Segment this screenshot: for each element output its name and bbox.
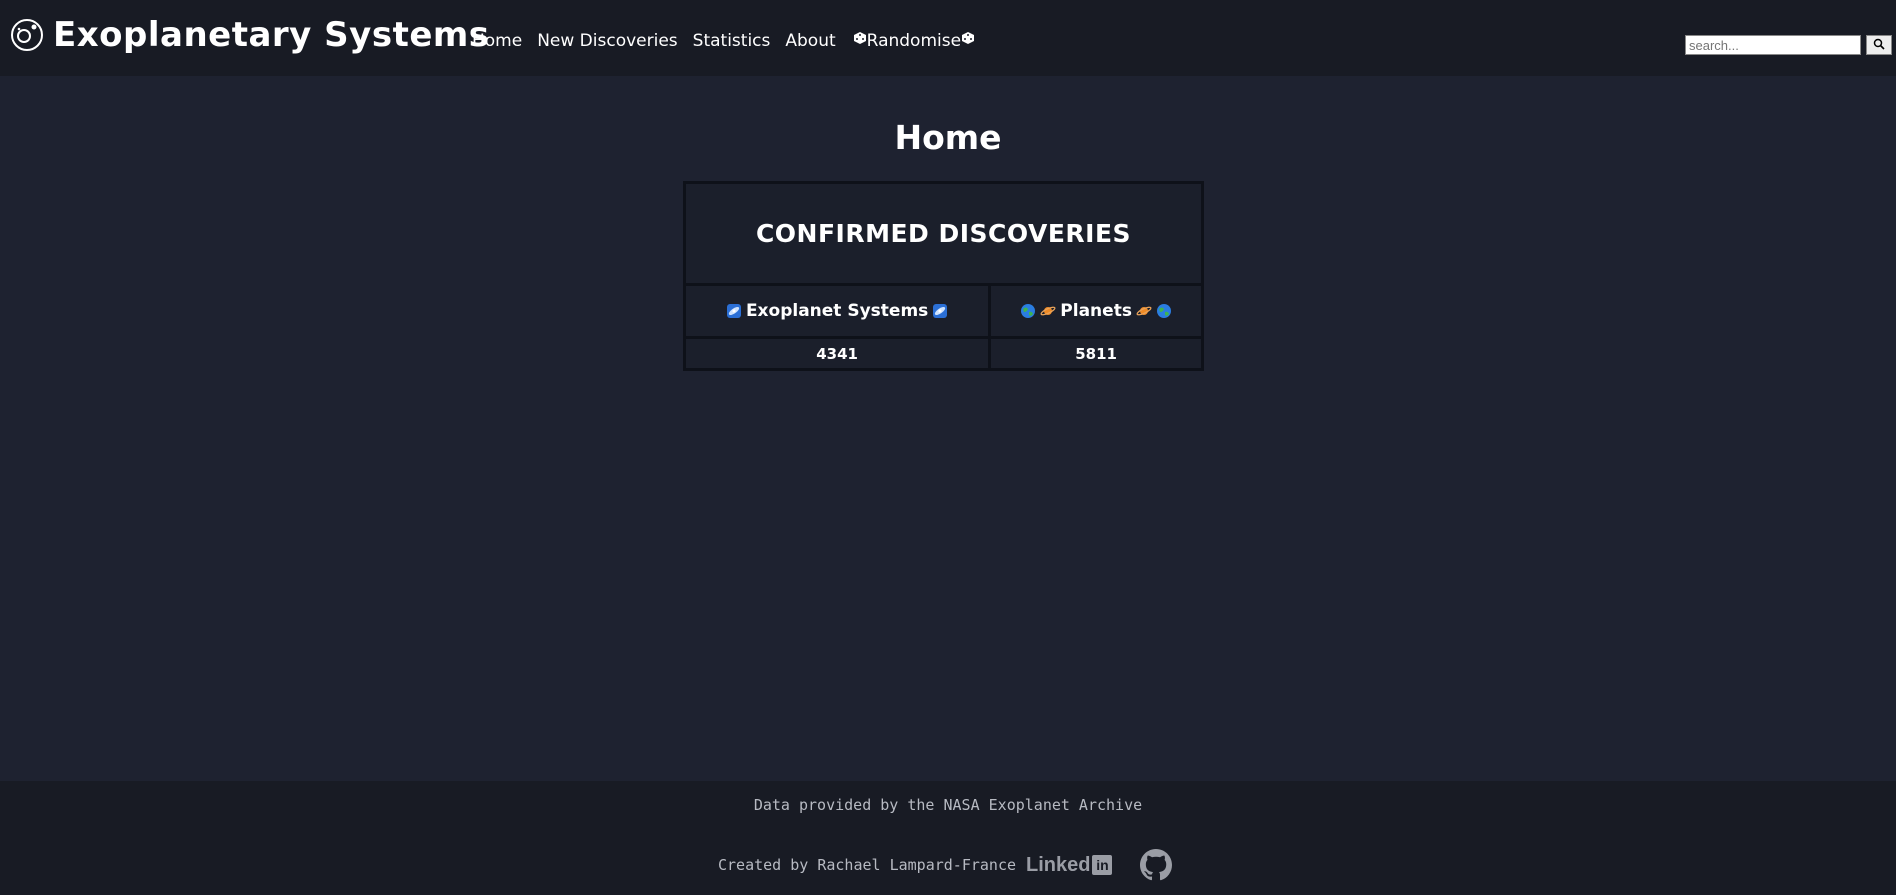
- planets-count: 5811: [988, 336, 1204, 371]
- dice-icon: [961, 30, 975, 52]
- search-form: [1685, 35, 1892, 55]
- column-label: Exoplanet Systems: [745, 301, 929, 321]
- nav-statistics[interactable]: Statistics: [693, 30, 771, 52]
- github-icon[interactable]: [1140, 849, 1173, 881]
- dice-icon: [853, 30, 867, 52]
- linkedin-icon: in: [1092, 855, 1113, 875]
- table-title: CONFIRMED DISCOVERIES: [683, 181, 1204, 286]
- linkedin-logo-text: Linked: [1026, 853, 1091, 876]
- earth-icon: [1156, 303, 1172, 319]
- nav-new-discoveries[interactable]: New Discoveries: [537, 30, 677, 52]
- nav-randomise-label: Randomise: [866, 31, 962, 51]
- brand-title: Exoplanetary Systems: [53, 15, 490, 55]
- systems-count: 4341: [682, 336, 992, 371]
- galaxy-icon: [932, 303, 948, 319]
- search-icon: [1873, 38, 1885, 53]
- column-header-systems: Exoplanet Systems: [682, 283, 992, 339]
- created-by-text: Created by Rachael Lampard-France: [718, 856, 1017, 874]
- footer: Data provided by the NASA Exoplanet Arch…: [0, 781, 1896, 895]
- creator-line: Created by Rachael Lampard-France Linked…: [718, 849, 1173, 881]
- top-navbar: Exoplanetary Systems Home New Discoverie…: [0, 0, 1896, 76]
- galaxy-icon: [726, 303, 742, 319]
- ringed-planet-icon: [1136, 303, 1152, 319]
- discoveries-table: CONFIRMED DISCOVERIES Exoplanet Systems …: [682, 181, 1204, 371]
- main-nav: Home New Discoveries Statistics About Ra…: [472, 30, 990, 52]
- data-credit: Data provided by the NASA Exoplanet Arch…: [753, 796, 1143, 814]
- earth-icon: [1020, 303, 1036, 319]
- nav-home[interactable]: Home: [472, 30, 522, 52]
- search-button[interactable]: [1866, 35, 1892, 55]
- linkedin-link[interactable]: Linked in: [1026, 853, 1113, 877]
- page-title: Home: [894, 118, 1002, 157]
- brand[interactable]: Exoplanetary Systems: [10, 14, 490, 56]
- column-label: Planets: [1060, 301, 1132, 321]
- nav-randomise[interactable]: Randomise: [853, 30, 975, 52]
- column-header-planets: Planets: [988, 283, 1204, 339]
- planet-orbit-icon: [10, 18, 44, 52]
- search-input[interactable]: [1685, 35, 1861, 55]
- nav-about[interactable]: About: [785, 30, 835, 52]
- ringed-planet-icon: [1040, 303, 1056, 319]
